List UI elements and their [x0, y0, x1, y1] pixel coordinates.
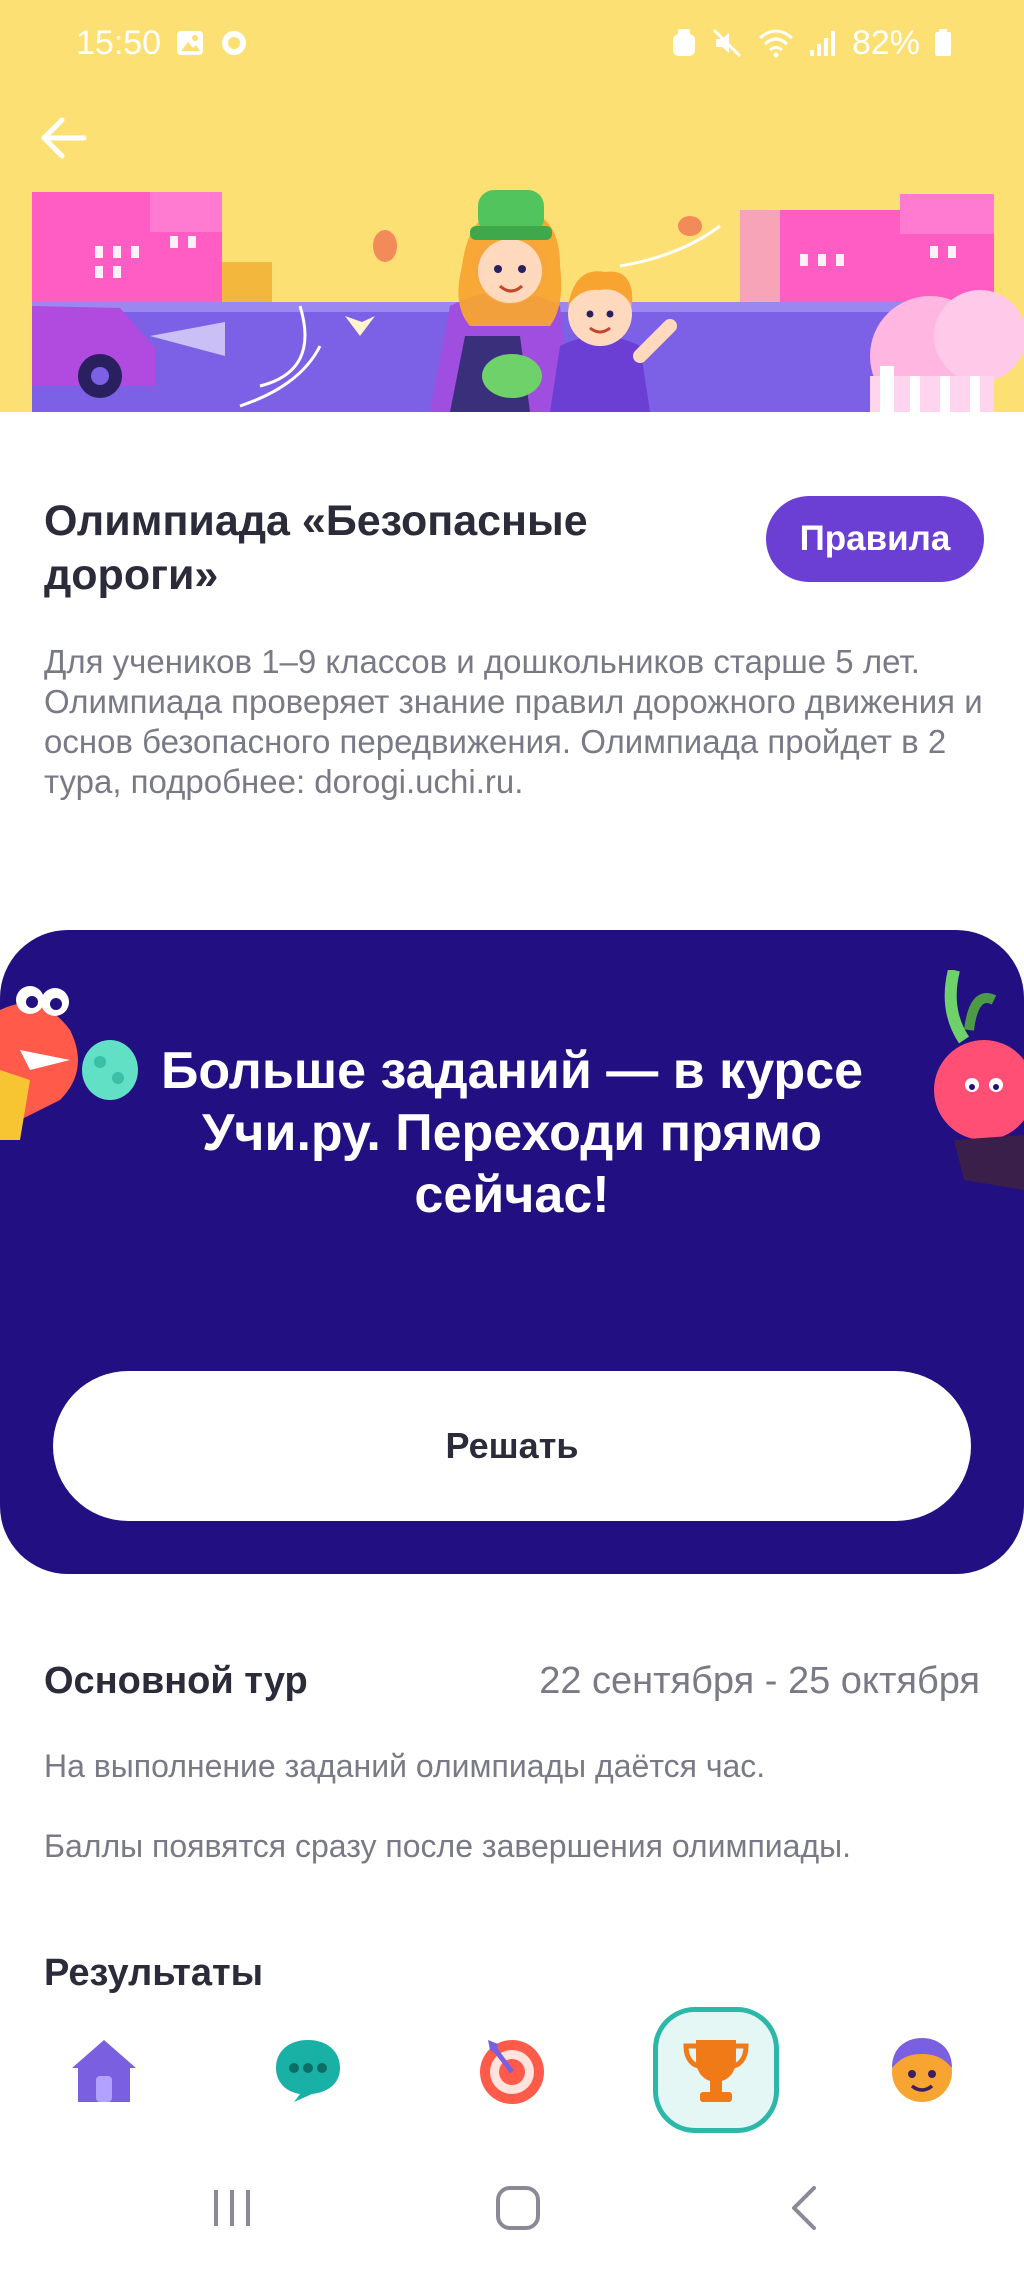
bottom-navigation: [0, 1995, 1024, 2145]
chat-icon: [276, 2040, 340, 2102]
round-info-scores: Баллы появятся сразу после завершения ол…: [44, 1828, 852, 1864]
round-info-duration: На выполнение заданий олимпиады даётся ч…: [44, 1748, 766, 1784]
page-title: Олимпиада «Безопасные дороги»: [44, 497, 588, 599]
solve-button[interactable]: Решать: [53, 1371, 971, 1521]
system-back-button[interactable]: [766, 2173, 846, 2243]
round-row: Основной тур 22 сентября - 25 октября: [44, 1660, 980, 1703]
battery-icon: [934, 28, 952, 58]
results-heading: Результаты: [44, 1952, 264, 1994]
mute-icon: [712, 28, 744, 58]
home-icon: [72, 2040, 136, 2102]
recents-icon: [214, 2190, 250, 2226]
status-left: 15:50: [76, 24, 249, 63]
nav-home[interactable]: [44, 2010, 164, 2130]
wifi-icon: [758, 28, 794, 58]
home-button[interactable]: [478, 2173, 558, 2243]
promo-title: Больше заданий — в курсе Учи.ру. Переход…: [160, 1042, 864, 1224]
back-button[interactable]: [40, 116, 110, 186]
round-dates: 22 сентября - 25 октября: [539, 1660, 980, 1702]
signal-icon: [808, 28, 838, 58]
nav-trophy[interactable]: [653, 2007, 779, 2133]
system-navigation: [0, 2145, 1024, 2275]
round-name: Основной тур: [44, 1660, 308, 1702]
radish-mascot-icon: [934, 970, 1024, 1190]
target-icon: [480, 2040, 544, 2104]
status-right: 82%: [670, 24, 952, 63]
status-time: 15:50: [76, 23, 162, 62]
home-button-icon: [496, 2186, 540, 2230]
road-safety-illustration: [32, 172, 1024, 412]
back-icon: [792, 2186, 816, 2230]
status-bar: 15:50 82%: [0, 0, 1024, 86]
arrow-left-icon: [41, 117, 87, 159]
olympiad-description: Для учеников 1–9 классов и дошкольников …: [44, 643, 983, 800]
battery-percent: 82%: [851, 23, 920, 62]
hero-banner: [0, 86, 1024, 412]
rules-button[interactable]: Правила: [766, 496, 984, 582]
chat-bubble-icon: [219, 28, 249, 58]
image-icon: [175, 28, 205, 58]
nav-target[interactable]: [452, 2010, 572, 2130]
alarm-icon: [670, 28, 698, 58]
recents-button[interactable]: [192, 2173, 272, 2243]
olympiad-header: Олимпиада «Безопасные дороги» Правила: [44, 494, 984, 602]
profile-icon: [892, 2038, 952, 2102]
dino-mascot-icon: [0, 986, 138, 1140]
nav-chat[interactable]: [248, 2010, 368, 2130]
nav-profile[interactable]: [862, 2010, 982, 2130]
promo-card: Больше заданий — в курсе Учи.ру. Переход…: [0, 930, 1024, 1574]
trophy-icon: [683, 2040, 749, 2102]
